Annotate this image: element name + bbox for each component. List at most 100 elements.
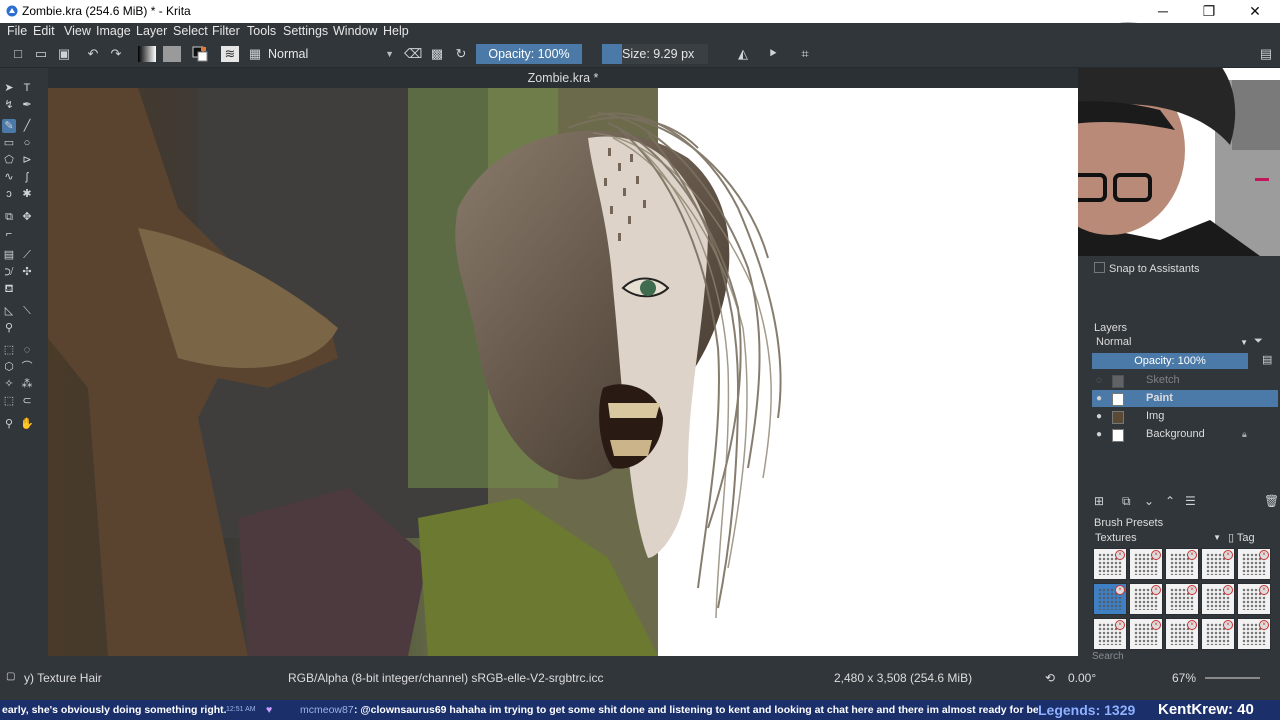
brush-preset[interactable]: × bbox=[1129, 548, 1163, 580]
add-layer-icon[interactable]: ⊞ bbox=[1094, 494, 1104, 508]
assistant-tool-icon[interactable]: ◺ bbox=[2, 304, 16, 318]
opacity-slider[interactable]: Opacity: 100% bbox=[476, 44, 582, 64]
tag-button[interactable]: ▯ Tag bbox=[1228, 531, 1255, 544]
redo-icon[interactable]: ↷ bbox=[108, 46, 124, 62]
menu-layer[interactable]: Layer bbox=[136, 24, 167, 38]
brush-preset[interactable]: × bbox=[1201, 583, 1235, 615]
canvas[interactable] bbox=[48, 88, 1078, 656]
undo-icon[interactable]: ↶ bbox=[85, 46, 101, 62]
brush-search-input[interactable]: Search bbox=[1092, 650, 1276, 664]
brush-preset[interactable]: × bbox=[1201, 548, 1235, 580]
calligraphy-tool-icon[interactable]: ✒ bbox=[20, 98, 34, 112]
size-slider[interactable]: Size: 9.29 px bbox=[602, 44, 708, 64]
open-document-icon[interactable]: ▭ bbox=[33, 46, 49, 62]
rectangle-tool-icon[interactable]: ▭ bbox=[2, 136, 16, 150]
menu-file[interactable]: File bbox=[7, 24, 27, 38]
freehand-path-tool-icon[interactable]: ʃ bbox=[20, 170, 34, 184]
mirror-vertical-icon[interactable]: ⯈ bbox=[765, 46, 781, 62]
brush-editor-icon[interactable]: ▦ bbox=[247, 46, 263, 62]
brush-preset[interactable]: × bbox=[1129, 618, 1163, 650]
brush-preset[interactable]: × bbox=[1237, 618, 1271, 650]
thumbnail-toggle-icon[interactable]: ▤ bbox=[1262, 353, 1272, 366]
similar-selection-icon[interactable]: ⁂ bbox=[20, 377, 34, 391]
docker-menu-icon[interactable]: ▤ bbox=[1258, 46, 1274, 62]
brush-preset[interactable]: × bbox=[1237, 583, 1271, 615]
reference-tool-icon[interactable]: ⚲ bbox=[2, 321, 16, 335]
polyline-tool-icon[interactable]: ⊳ bbox=[20, 153, 34, 167]
rectangular-selection-icon[interactable]: ⬚ bbox=[2, 343, 16, 357]
menu-edit[interactable]: Edit bbox=[33, 24, 55, 38]
edit-shapes-tool-icon[interactable]: ↯ bbox=[2, 98, 16, 112]
brush-preset[interactable]: × bbox=[1165, 548, 1199, 580]
move-tool-icon[interactable]: ✥ bbox=[20, 210, 34, 224]
visibility-icon[interactable]: ● bbox=[1096, 408, 1108, 425]
new-document-icon[interactable]: □ bbox=[10, 46, 26, 62]
color-swap-icon[interactable] bbox=[192, 46, 208, 62]
menu-settings[interactable]: Settings bbox=[283, 24, 328, 38]
dynamic-brush-tool-icon[interactable]: ↄ bbox=[2, 187, 16, 201]
visibility-icon[interactable]: ● bbox=[1096, 426, 1108, 443]
brush-preset-icon[interactable]: ≋ bbox=[221, 46, 239, 62]
elliptical-selection-icon[interactable]: ◌ bbox=[20, 343, 34, 357]
delete-layer-icon[interactable]: 🗑︎ bbox=[1264, 494, 1279, 508]
wrap-around-icon[interactable]: ⌗ bbox=[797, 46, 813, 62]
visibility-hidden-icon[interactable]: ◌ bbox=[1096, 372, 1108, 389]
lock-icon[interactable]: 🔒︎ bbox=[1242, 426, 1247, 443]
reload-preset-icon[interactable]: ↻ bbox=[453, 46, 469, 62]
ellipse-tool-icon[interactable]: ○ bbox=[20, 136, 34, 150]
layer-row-sketch[interactable]: ◌ Sketch bbox=[1092, 372, 1278, 389]
pan-tool-icon[interactable]: ✋ bbox=[20, 417, 34, 431]
menu-tools[interactable]: Tools bbox=[247, 24, 276, 38]
select-shapes-tool-icon[interactable]: ➤ bbox=[2, 81, 16, 95]
transform-tool-icon[interactable]: ⧉ bbox=[2, 210, 16, 224]
layer-properties-icon[interactable]: ☰ bbox=[1185, 494, 1196, 508]
snap-to-assistants-checkbox[interactable]: Snap to Assistants bbox=[1094, 262, 1200, 275]
brush-preset[interactable]: × bbox=[1237, 548, 1271, 580]
gradient-icon[interactable] bbox=[138, 46, 156, 62]
rotation-icon[interactable]: ⟲ bbox=[1045, 671, 1055, 685]
menu-image[interactable]: Image bbox=[96, 24, 131, 38]
bezier-tool-icon[interactable]: ∿ bbox=[2, 170, 16, 184]
zoom-tool-icon[interactable]: ⚲ bbox=[2, 417, 16, 431]
polygon-tool-icon[interactable]: ⬠ bbox=[2, 153, 16, 167]
duplicate-layer-icon[interactable]: ⧉ bbox=[1122, 494, 1131, 509]
bezier-selection-icon[interactable]: ⬚ bbox=[2, 394, 16, 408]
menu-window[interactable]: Window bbox=[333, 24, 377, 38]
contiguous-selection-icon[interactable]: ✧ bbox=[2, 377, 16, 391]
preset-tag-select[interactable]: Textures ▼ bbox=[1092, 531, 1225, 545]
menu-select[interactable]: Select bbox=[173, 24, 208, 38]
brush-preset-selected[interactable]: × bbox=[1093, 583, 1127, 615]
brush-preset[interactable]: × bbox=[1129, 583, 1163, 615]
layer-blend-mode-select[interactable]: Normal ▼ bbox=[1092, 335, 1252, 350]
save-icon[interactable]: ▣ bbox=[56, 46, 72, 62]
eraser-mode-icon[interactable]: ⌫ bbox=[404, 46, 422, 62]
close-button[interactable]: ✕ bbox=[1232, 0, 1278, 23]
colorize-mask-tool-icon[interactable]: ✣ bbox=[20, 265, 34, 279]
brush-preset[interactable]: × bbox=[1201, 618, 1235, 650]
visibility-icon[interactable]: ● bbox=[1096, 390, 1108, 407]
move-up-icon[interactable]: ⌃ bbox=[1165, 494, 1175, 508]
filter-icon[interactable]: ⏷ bbox=[1254, 335, 1263, 348]
layer-row-paint[interactable]: ● Paint bbox=[1092, 390, 1278, 407]
text-tool-icon[interactable]: T bbox=[20, 81, 34, 95]
brush-preset[interactable]: × bbox=[1165, 583, 1199, 615]
menu-view[interactable]: View bbox=[64, 24, 91, 38]
layer-row-img[interactable]: ● Img bbox=[1092, 408, 1278, 425]
freehand-selection-icon[interactable]: ⌒ bbox=[20, 360, 34, 374]
document-tab[interactable]: Zombie.kra * bbox=[48, 68, 1078, 88]
magnetic-selection-icon[interactable]: ⊂ bbox=[20, 394, 34, 408]
move-down-icon[interactable]: ⌄ bbox=[1144, 494, 1154, 508]
brush-preset[interactable]: × bbox=[1093, 618, 1127, 650]
layer-row-background[interactable]: ● Background 🔒︎ bbox=[1092, 426, 1278, 443]
multibrush-tool-icon[interactable]: ✱ bbox=[20, 187, 34, 201]
measure-tool-icon[interactable]: ⟍ bbox=[20, 304, 34, 318]
fill-tool-icon[interactable]: ⛾ bbox=[2, 282, 16, 296]
gradient-tool-icon[interactable]: ▤ bbox=[2, 248, 16, 262]
color-picker-tool-icon[interactable]: ⟋ bbox=[20, 248, 34, 262]
brush-preset[interactable]: × bbox=[1165, 618, 1199, 650]
smart-patch-tool-icon[interactable]: ⟉ bbox=[2, 265, 16, 279]
freehand-brush-tool-icon[interactable]: ✎ bbox=[2, 119, 16, 133]
maximize-button[interactable]: ❐ bbox=[1186, 0, 1232, 23]
pattern-icon[interactable] bbox=[163, 46, 181, 62]
blend-mode-select[interactable]: Normal ▼ bbox=[268, 45, 398, 63]
